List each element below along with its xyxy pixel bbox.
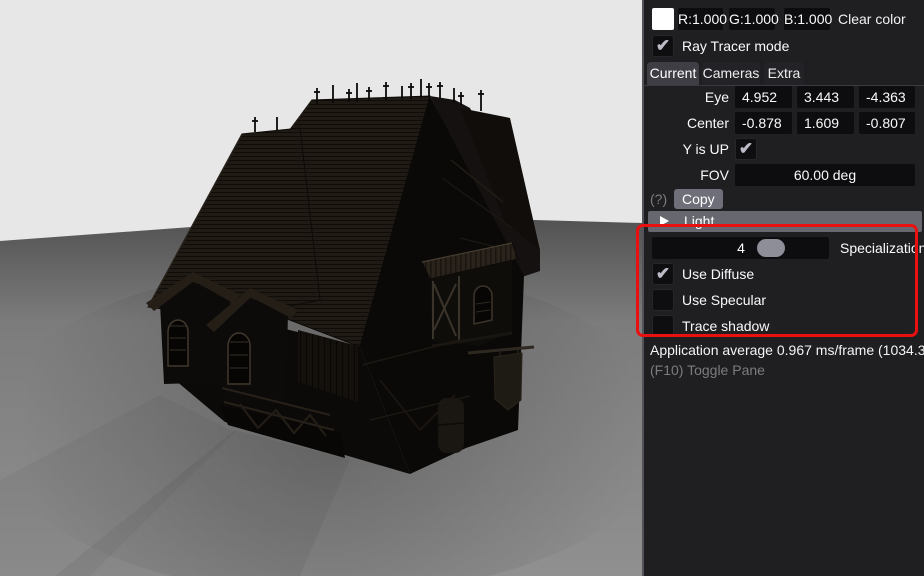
eye-label: Eye bbox=[644, 86, 729, 108]
scene-viewport[interactable] bbox=[0, 0, 642, 576]
tab-extra[interactable]: Extra bbox=[764, 62, 804, 85]
clear-color-g-field[interactable]: G:1.000 bbox=[729, 8, 775, 30]
center-y-field[interactable]: 1.609 bbox=[797, 112, 854, 134]
use-specular-checkbox[interactable]: ✔ bbox=[652, 289, 674, 311]
performance-status: Application average 0.967 ms/frame (1034… bbox=[650, 342, 924, 358]
check-icon: ✔ bbox=[653, 264, 673, 283]
slider-grab[interactable] bbox=[757, 239, 785, 257]
ray-tracer-mode-label: Ray Tracer mode bbox=[682, 35, 789, 57]
eye-x-field[interactable]: 4.952 bbox=[735, 86, 792, 108]
center-label: Center bbox=[644, 112, 729, 134]
tab-current[interactable]: Current bbox=[647, 62, 699, 85]
specialization-label: Specialization bbox=[840, 237, 924, 259]
clear-color-label: Clear color bbox=[838, 8, 906, 30]
check-icon: ✔ bbox=[653, 36, 673, 55]
trace-shadow-label: Trace shadow bbox=[682, 315, 769, 337]
tab-cameras[interactable]: Cameras bbox=[702, 62, 760, 85]
check-icon: ✔ bbox=[736, 139, 756, 158]
ray-tracer-mode-checkbox[interactable]: ✔ bbox=[652, 35, 674, 57]
collapsed-arrow-icon bbox=[660, 216, 669, 226]
fov-label: FOV bbox=[644, 164, 729, 186]
clear-color-b-field[interactable]: B:1.000 bbox=[784, 8, 830, 30]
use-diffuse-label: Use Diffuse bbox=[682, 263, 754, 285]
copy-button[interactable]: Copy bbox=[674, 189, 723, 209]
settings-panel: R:1.000 G:1.000 B:1.000 Clear color ✔ Ra… bbox=[642, 0, 924, 576]
app-window: R:1.000 G:1.000 B:1.000 Clear color ✔ Ra… bbox=[0, 0, 924, 576]
clear-color-r-field[interactable]: R:1.000 bbox=[678, 8, 723, 30]
help-marker[interactable]: (?) bbox=[650, 189, 667, 209]
use-diffuse-checkbox[interactable]: ✔ bbox=[652, 263, 674, 285]
eye-y-field[interactable]: 3.443 bbox=[797, 86, 854, 108]
toggle-pane-hint: (F10) Toggle Pane bbox=[650, 362, 765, 378]
scene-render bbox=[0, 0, 642, 576]
light-section-header[interactable]: Light bbox=[648, 211, 922, 232]
y-up-label: Y is UP bbox=[644, 138, 729, 160]
light-header-label: Light bbox=[684, 211, 714, 232]
use-specular-label: Use Specular bbox=[682, 289, 766, 311]
slider-value: 4 bbox=[721, 237, 761, 259]
fov-field[interactable]: 60.00 deg bbox=[735, 164, 915, 186]
trace-shadow-checkbox[interactable]: ✔ bbox=[652, 315, 674, 337]
center-z-field[interactable]: -0.807 bbox=[859, 112, 915, 134]
eye-z-field[interactable]: -4.363 bbox=[859, 86, 915, 108]
center-x-field[interactable]: -0.878 bbox=[735, 112, 792, 134]
clear-color-swatch[interactable] bbox=[652, 8, 674, 30]
y-up-checkbox[interactable]: ✔ bbox=[735, 138, 757, 160]
specialization-slider[interactable]: 4 bbox=[652, 237, 829, 259]
